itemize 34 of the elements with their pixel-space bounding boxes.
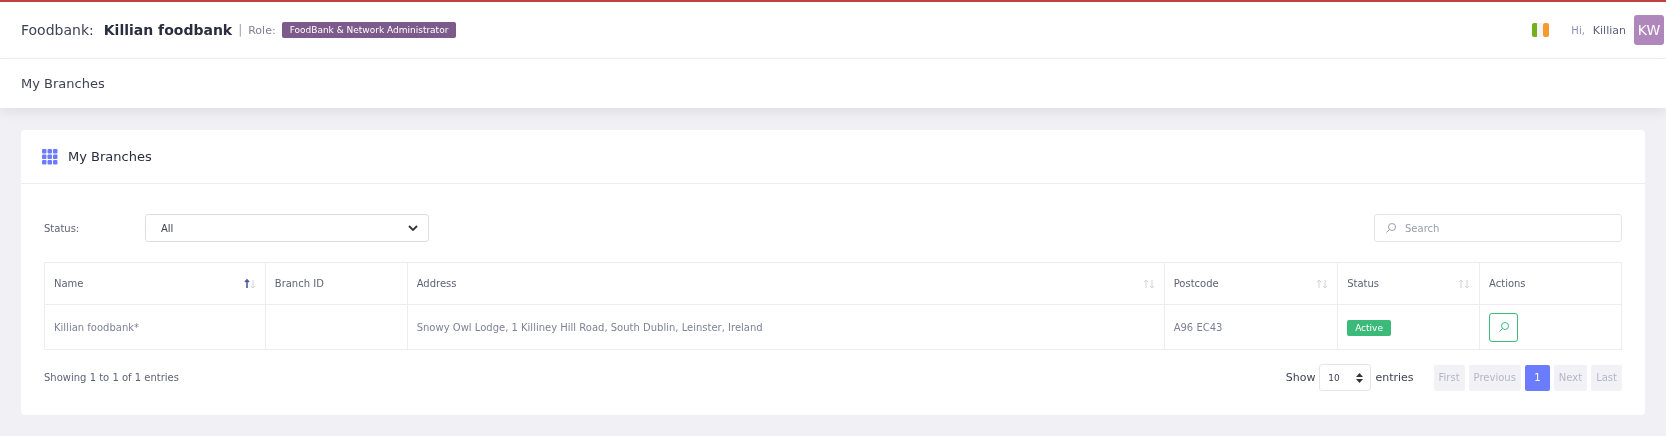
- status-badge: Active: [1347, 319, 1391, 336]
- card-title: My Branches: [68, 149, 152, 164]
- user-name[interactable]: Killian: [1592, 23, 1626, 37]
- column-header[interactable]: Postcode: [1173, 278, 1219, 289]
- page-length-select[interactable]: 10: [1319, 364, 1372, 391]
- search-icon: [1497, 321, 1510, 333]
- role-label: Role:: [248, 23, 276, 37]
- separator-text: |: [238, 23, 243, 37]
- role-badge: FoodBank & Network Administrator: [281, 22, 457, 38]
- foodbank-name: Killian foodbank: [103, 22, 233, 38]
- status-label: Status:: [44, 222, 81, 234]
- updown-icon: [1355, 372, 1363, 383]
- show-label: Show: [1285, 371, 1316, 384]
- table-cell: Killian foodbank*: [54, 321, 140, 333]
- column-header[interactable]: Address: [416, 278, 457, 289]
- sort-icon[interactable]: [243, 277, 256, 290]
- table-cell: A96 EC43: [1173, 321, 1223, 333]
- table-cell: Snowy Owl Lodge, 1 Killiney Hill Road, South Dublin, Leinster, Ireland: [416, 321, 763, 333]
- chevron-icon: [408, 225, 418, 231]
- page-title: My Branches: [21, 76, 105, 91]
- flag-icon[interactable]: [1532, 23, 1550, 37]
- column-header[interactable]: Branch ID: [274, 278, 324, 289]
- grid-icon: [42, 148, 58, 165]
- view-button[interactable]: [1489, 312, 1519, 342]
- search-icon: [1385, 222, 1397, 234]
- entries-label: entries: [1375, 371, 1414, 384]
- entries-info: Showing 1 to 1 of 1 entries: [44, 372, 179, 383]
- pagination-button[interactable]: 1: [1524, 364, 1550, 391]
- foodbank-label: Foodbank:: [21, 22, 94, 38]
- column-header[interactable]: Actions: [1489, 278, 1526, 289]
- greeting-text: Hi,: [1571, 24, 1585, 36]
- status-select[interactable]: All: [145, 214, 429, 242]
- column-header[interactable]: Name: [54, 278, 84, 289]
- column-header[interactable]: Status: [1347, 278, 1379, 289]
